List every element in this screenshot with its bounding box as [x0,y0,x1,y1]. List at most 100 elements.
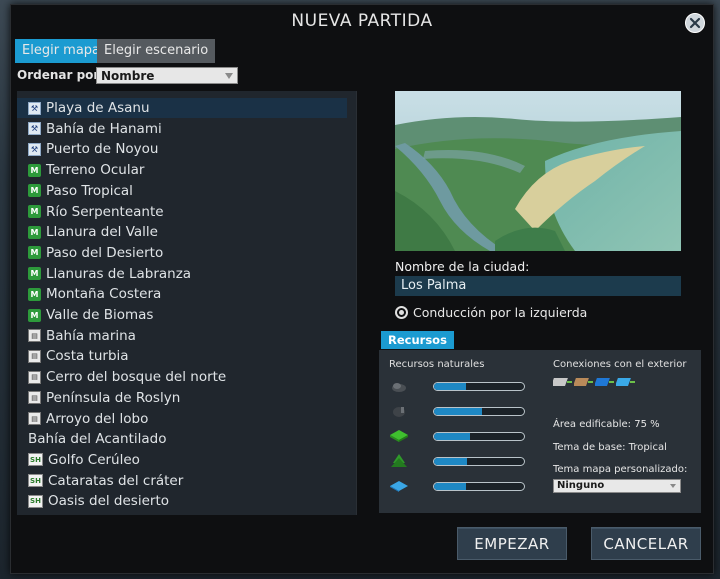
cancel-button[interactable]: CANCELAR [591,527,701,560]
chevron-down-icon [225,73,233,79]
sort-dropdown[interactable]: Nombre [96,67,238,84]
map-name: Puerto de Noyou [46,141,159,158]
city-name-input[interactable]: Los Palma [395,276,681,296]
resource-level-bar [433,407,525,416]
map-name: Golfo Cerúleo [48,451,140,468]
left-hand-traffic-toggle[interactable]: Conducción por la izquierda [395,305,587,320]
fertile-land-icon [389,429,409,443]
map-icon: M [28,287,41,301]
ore-icon [389,379,409,393]
map-name: Llanuras de Labranza [46,265,192,282]
road-icon [553,374,573,390]
workshop-icon: ⚒ [28,122,41,136]
custom-theme-label: Tema mapa personalizado: [553,464,688,475]
resource-level-fill [434,408,482,415]
resource-level-fill [434,433,470,440]
map-list[interactable]: ⚒ Playa de Asanu ⚒ Bahía de Hanami ⚒ Puerto d… [17,91,357,515]
map-name: Paso del Desierto [46,244,164,261]
map-icon: M [28,225,41,239]
workshop-icon: ⚒ [28,101,41,115]
list-item[interactable]: M Paso del Desierto [17,243,347,263]
chevron-down-icon [670,484,676,488]
city-name-label: Nombre de la ciudad: [395,259,530,274]
list-item[interactable]: ⚒ Playa de Asanu [17,98,347,118]
natural-resource-row [389,429,529,443]
map-name: Oasis del desierto [48,493,169,510]
tab-choose-scenario[interactable]: Elegir escenario [97,39,216,63]
map-name: Llanura del Valle [46,224,158,241]
list-item[interactable]: M Llanuras de Labranza [17,264,347,284]
map-icon: M [28,308,41,322]
map-name: Playa de Asanu [46,100,150,116]
ship-icon [595,374,615,390]
custom-theme-dropdown[interactable]: Ninguno [553,479,681,493]
close-icon[interactable] [685,13,705,33]
list-item[interactable]: M Montaña Costera [17,284,347,304]
campus-book-icon: ▤ [28,329,41,343]
list-item[interactable]: SH Cataratas del cráter [17,471,347,491]
list-item[interactable]: ⚒ Bahía de Hanami [17,119,347,139]
sh-icon: SH [28,494,43,508]
new-game-dialog: NUEVA PARTIDA Elegir mapa Elegir escenar… [10,4,714,574]
map-name: Bahía del Acantilado [28,431,167,448]
campus-book-icon: ▤ [28,412,41,425]
list-item[interactable]: ▤ Cerro del bosque del norte [17,367,347,387]
map-name: Cataratas del cráter [48,472,184,489]
sh-icon: SH [28,453,43,467]
buildable-area: Área edificable: 75 % [553,419,660,430]
map-preview-image [395,91,681,251]
map-name: Terreno Ocular [46,162,145,179]
outside-connections [553,374,636,390]
list-item[interactable]: ⚒ Puerto de Noyou [17,139,347,159]
natural-resource-row [389,479,529,493]
list-item[interactable]: M Terreno Ocular [17,160,347,180]
natural-resource-row [389,379,529,393]
map-name: Península de Roslyn [46,389,181,406]
outside-connections-label: Conexiones con el exterior [553,359,687,370]
natural-resource-row [389,404,529,418]
map-icon: M [28,205,41,218]
map-name: Bahía de Hanami [46,120,162,137]
list-item[interactable]: Bahía del Acantilado [17,429,347,449]
map-name: Costa turbia [46,348,129,365]
oil-icon [389,404,409,418]
natural-resources-label: Recursos naturales [389,359,485,370]
list-item[interactable]: SH Golfo Cerúleo [17,450,347,470]
resource-level-fill [434,383,466,390]
map-name: Río Serpenteante [46,203,164,220]
scrollbar[interactable] [356,91,357,515]
list-item[interactable]: M Río Serpenteante [17,202,347,222]
list-item[interactable]: ▤ Costa turbia [17,346,347,366]
map-name: Bahía marina [46,327,136,344]
map-icon: M [28,184,41,198]
resource-level-bar [433,382,525,391]
start-button[interactable]: EMPEZAR [457,527,567,560]
campus-book-icon: ▤ [28,370,41,384]
tab-resources[interactable]: Recursos [381,331,454,349]
map-name: Cerro del bosque del norte [46,369,227,386]
list-item[interactable]: SH Oasis del desierto [17,491,347,511]
list-item[interactable]: M Llanura del Valle [17,222,347,242]
natural-resource-row [389,454,529,468]
list-item[interactable]: M Paso Tropical [17,181,347,201]
list-item[interactable]: ▤ Bahía marina [17,326,347,346]
train-icon [574,374,594,390]
plane-icon [616,374,636,390]
workshop-icon: ⚒ [28,142,41,156]
sort-value: Nombre [101,69,155,83]
list-item[interactable]: M Valle de Biomas [17,305,347,325]
tab-choose-map[interactable]: Elegir mapa [15,39,108,63]
radio-icon [395,306,408,319]
water-icon [389,479,409,493]
map-name: Montaña Costera [46,286,162,303]
resource-level-bar [433,432,525,441]
forest-icon [389,454,409,468]
resource-level-bar [433,482,525,491]
list-item[interactable]: ▤ Península de Roslyn [17,388,347,408]
map-icon: M [28,246,41,260]
base-theme: Tema de base: Tropical [553,442,667,453]
campus-book-icon: ▤ [28,349,41,363]
map-name: Paso Tropical [46,182,133,199]
resource-level-fill [434,483,466,490]
list-item[interactable]: ▤ Arroyo del lobo [17,409,347,429]
